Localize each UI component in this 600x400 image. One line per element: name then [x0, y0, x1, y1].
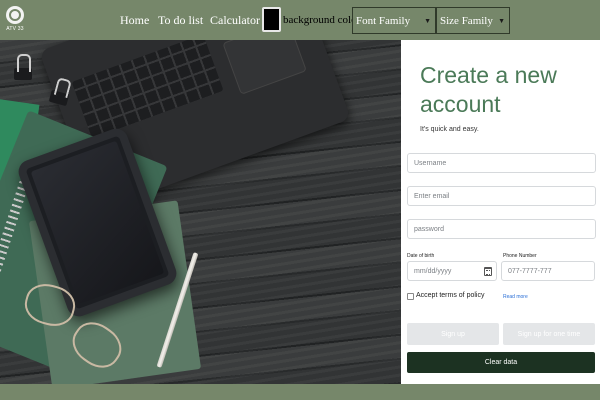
sign-up-button[interactable]: Sign up — [407, 323, 499, 345]
top-navbar: ATV 33 Home To do list Calculator backgr… — [0, 0, 600, 40]
email-placeholder: Enter email — [414, 192, 450, 200]
terms-label: Accept terms of policy — [416, 292, 485, 299]
dob-label: Date of birth — [407, 253, 435, 259]
nav-link-calculator[interactable]: Calculator — [210, 13, 260, 28]
read-more-link[interactable]: Read more — [503, 294, 528, 300]
username-placeholder: Username — [414, 159, 447, 167]
logo-icon — [6, 6, 24, 24]
nav-link-todo[interactable]: To do list — [158, 13, 203, 28]
terms-checkbox[interactable] — [407, 293, 414, 300]
nav-link-home[interactable]: Home — [120, 13, 149, 28]
phone-input[interactable]: 077-7777-777 — [501, 261, 595, 281]
signup-form: Create a new account It's quick and easy… — [401, 40, 600, 384]
font-family-select[interactable]: Font Family ▼ — [352, 7, 436, 34]
footer-strip — [0, 384, 600, 400]
chevron-down-icon: ▼ — [424, 17, 431, 25]
background-color-picker[interactable] — [262, 7, 281, 32]
size-family-select[interactable]: Size Family ▼ — [436, 7, 510, 34]
binder-clip-image — [14, 54, 32, 80]
username-input[interactable]: Username — [407, 153, 596, 173]
email-input[interactable]: Enter email — [407, 186, 596, 206]
font-family-select-value: Font Family — [356, 14, 411, 27]
calendar-icon[interactable] — [484, 267, 492, 276]
binder-clip-image — [48, 89, 70, 107]
dob-placeholder: mm/dd/yyyy — [414, 267, 452, 275]
background-color-label: background color — [283, 14, 361, 26]
form-subtitle: It's quick and easy. — [420, 126, 479, 133]
sign-up-one-time-button[interactable]: Sign up for one time — [503, 323, 595, 345]
hero-desk-image — [0, 40, 401, 384]
phone-label: Phone Number — [503, 253, 537, 259]
chevron-down-icon: ▼ — [498, 17, 505, 25]
size-family-select-value: Size Family — [440, 14, 493, 27]
form-title: Create a new account — [420, 62, 557, 117]
clear-data-button[interactable]: Clear data — [407, 352, 595, 373]
logo[interactable]: ATV 33 — [4, 6, 26, 36]
phone-placeholder: 077-7777-777 — [508, 267, 552, 275]
dob-input[interactable]: mm/dd/yyyy — [407, 261, 497, 281]
password-input[interactable]: password — [407, 219, 596, 239]
password-placeholder: password — [414, 225, 444, 233]
logo-text: ATV 33 — [6, 26, 24, 32]
